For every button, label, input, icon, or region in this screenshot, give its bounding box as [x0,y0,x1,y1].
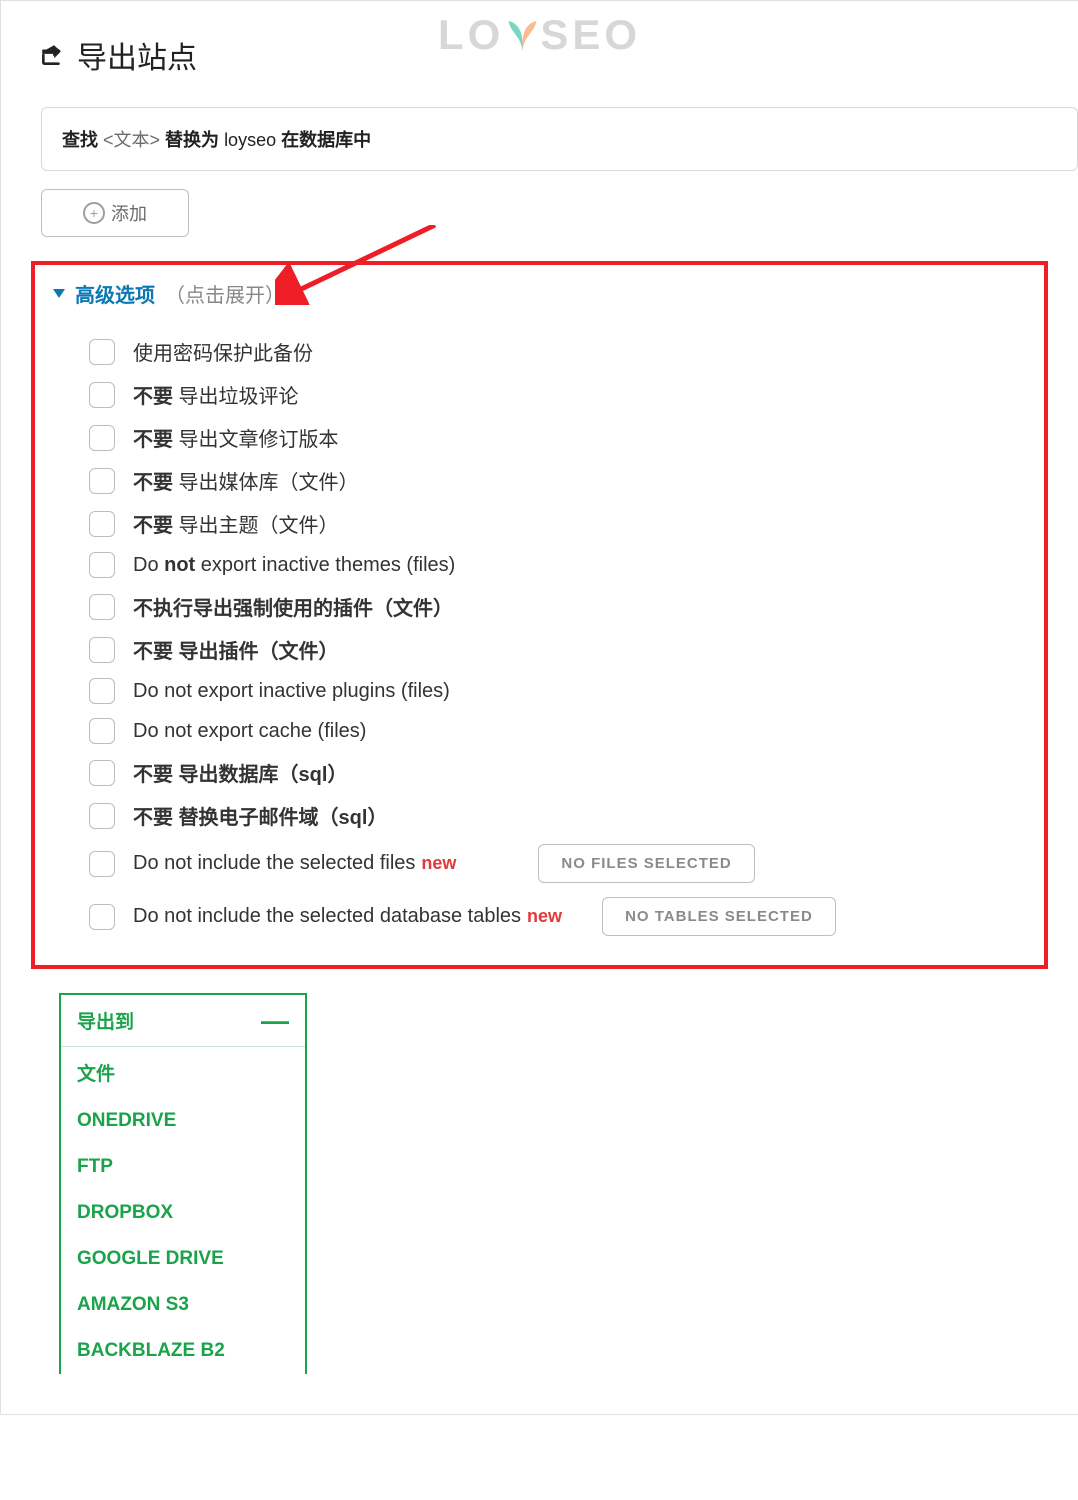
option-label[interactable]: Do not export inactive themes (files) [133,554,455,577]
advanced-options-toggle[interactable]: 高级选项 （点击展开） [49,279,1030,316]
checkbox[interactable] [89,904,115,930]
checkbox[interactable] [89,803,115,829]
option-label[interactable]: Do not export inactive plugins (files) [133,680,450,703]
checkbox[interactable] [89,511,115,537]
plus-icon: + [83,202,105,224]
export-destination-item[interactable]: ONEDRIVE [61,1098,305,1144]
option-label[interactable]: 不要 导出插件（文件） [133,635,339,664]
no-tables-selected-button[interactable]: NO TABLES SELECTED [602,897,836,936]
collapse-icon: — [261,1014,289,1028]
checkbox[interactable] [89,678,115,704]
option-label[interactable]: Do not include the selected database tab… [133,905,521,928]
no-files-selected-button[interactable]: NO FILES SELECTED [538,844,754,883]
checkbox[interactable] [89,468,115,494]
checkbox[interactable] [89,851,115,877]
find-replace-rule[interactable]: 查找 <文本> 替换为 loyseo 在数据库中 [41,107,1078,171]
export-panel-header[interactable]: 导出到 — [61,995,305,1047]
export-destination-item[interactable]: FTP [61,1144,305,1190]
page-title: 导出站点 [77,33,197,77]
option-row: Do not include the selected files new NO F… [49,837,1030,890]
export-destination-item[interactable]: BACKBLAZE B2 [61,1328,305,1374]
advanced-hint: （点击展开） [165,279,285,308]
export-destination-item[interactable]: DROPBOX [61,1190,305,1236]
checkbox[interactable] [89,425,115,451]
new-badge: new [421,853,456,874]
checkbox[interactable] [89,339,115,365]
add-button-label: 添加 [111,200,147,226]
in-db-label: 在数据库中 [281,130,371,150]
option-label[interactable]: 不要 替换电子邮件域（sql） [133,801,387,830]
option-label[interactable]: 不要 导出数据库（sql） [133,758,347,787]
option-row: 不要 导出主题（文件） [49,502,1030,545]
option-row: 不执行导出强制使用的插件（文件） [49,585,1030,628]
page-header: 导出站点 [1,1,1078,107]
option-label[interactable]: 使用密码保护此备份 [133,337,313,366]
option-label[interactable]: 不要 导出垃圾评论 [133,380,299,409]
option-row: 不要 导出数据库（sql） [49,751,1030,794]
checkbox[interactable] [89,760,115,786]
option-row: 不要 导出垃圾评论 [49,373,1030,416]
add-button[interactable]: + 添加 [41,189,189,237]
checkbox[interactable] [89,637,115,663]
checkbox[interactable] [89,718,115,744]
new-badge: new [527,906,562,927]
option-row: Do not export inactive themes (files) [49,545,1030,585]
checkbox[interactable] [89,594,115,620]
option-label[interactable]: 不要 导出媒体库（文件） [133,466,359,495]
option-row: Do not export inactive plugins (files) [49,671,1030,711]
option-row: 不要 导出媒体库（文件） [49,459,1030,502]
export-destination-item[interactable]: GOOGLE DRIVE [61,1236,305,1282]
replace-label: 替换为 [165,130,219,150]
export-panel-title: 导出到 [77,1007,134,1034]
export-destination-item[interactable]: AMAZON S3 [61,1282,305,1328]
option-row: Do not export cache (files) [49,711,1030,751]
export-destinations-panel: 导出到 — 文件ONEDRIVEFTPDROPBOXGOOGLE DRIVEAM… [59,993,307,1374]
advanced-title: 高级选项 [75,279,155,308]
option-label[interactable]: 不执行导出强制使用的插件（文件） [133,592,453,621]
option-row: 不要 替换电子邮件域（sql） [49,794,1030,837]
option-label[interactable]: 不要 导出主题（文件） [133,509,339,538]
find-label: 查找 [62,130,98,150]
option-row: 使用密码保护此备份 [49,330,1030,373]
chevron-down-icon [53,289,65,298]
find-placeholder: <文本> [103,130,165,150]
option-row: Do not include the selected database tab… [49,890,1030,943]
option-label[interactable]: 不要 导出文章修订版本 [133,423,339,452]
option-label[interactable]: Do not export cache (files) [133,720,366,743]
replace-value: loyseo [224,130,281,150]
option-row: 不要 导出插件（文件） [49,628,1030,671]
checkbox[interactable] [89,382,115,408]
advanced-options-panel: 高级选项 （点击展开） 使用密码保护此备份不要 导出垃圾评论不要 导出文章修订版… [31,261,1048,969]
option-row: 不要 导出文章修订版本 [49,416,1030,459]
option-label[interactable]: Do not include the selected files [133,852,415,875]
checkbox[interactable] [89,552,115,578]
export-destination-item[interactable]: 文件 [61,1047,305,1098]
export-icon [39,42,65,68]
